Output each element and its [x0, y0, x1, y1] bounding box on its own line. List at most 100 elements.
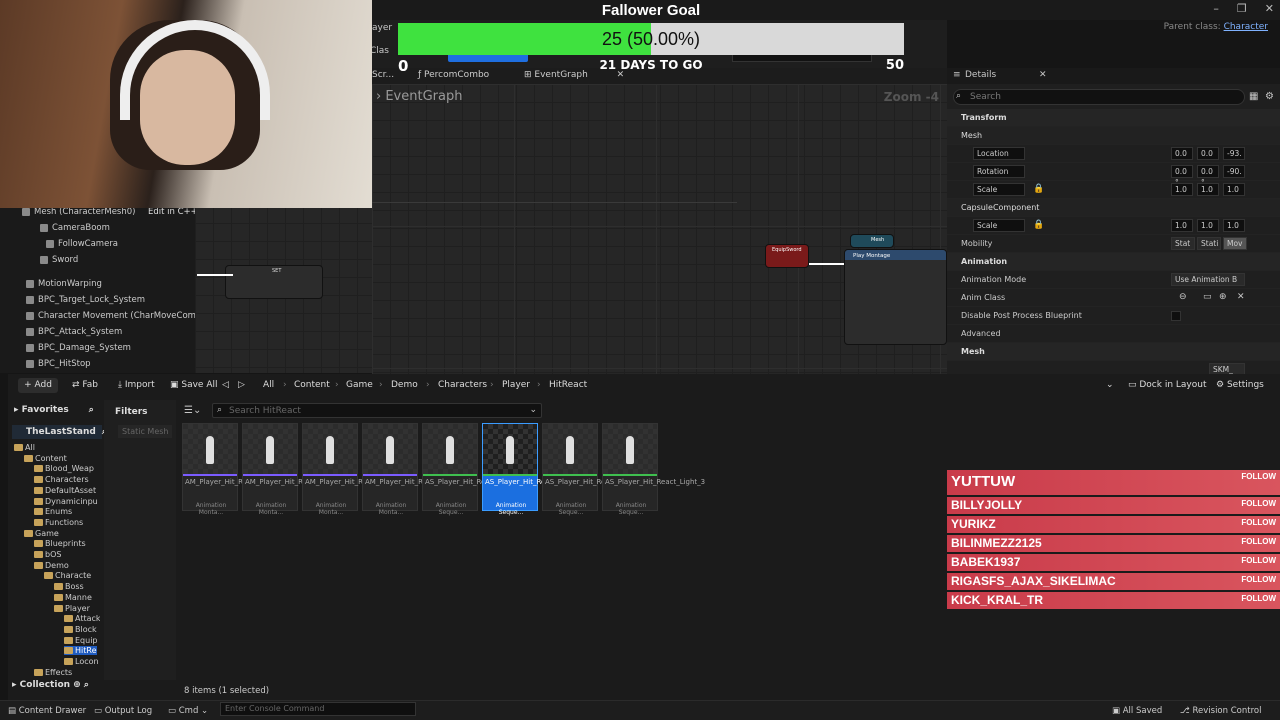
- location-z-field[interactable]: -93.: [1223, 147, 1245, 160]
- asset-tile[interactable]: AM_Player_Hit_React_Light_1 Animation Mon…: [242, 423, 347, 516]
- asset-tile[interactable]: AM_Player_Hit_React_Heavy Animation Monta…: [182, 423, 283, 516]
- asset-tile[interactable]: AS_Player_Hit_React_Light_2 Animation Seq…: [542, 423, 645, 516]
- folder-tree-item[interactable]: Game: [24, 529, 59, 538]
- lock-icon[interactable]: 🔒: [1033, 220, 1044, 230]
- tab-scripts-fragment[interactable]: Scr...: [372, 70, 394, 80]
- folder-tree-item[interactable]: DefaultAsset: [34, 486, 96, 495]
- capsule-scale-z-field[interactable]: 1.0: [1223, 219, 1245, 232]
- rotation-z-field[interactable]: -90.: [1223, 165, 1245, 178]
- section-advanced[interactable]: Advanced: [947, 325, 1280, 343]
- details-search-input[interactable]: Search: [953, 89, 1245, 105]
- folder-tree-item[interactable]: bOS: [34, 550, 61, 559]
- close-icon[interactable]: ✕: [1265, 2, 1274, 15]
- add-icon[interactable]: ⊕: [73, 680, 81, 690]
- filter-chip[interactable]: Static Mesh: [118, 425, 173, 438]
- settings-button[interactable]: ⚙ Settings: [1216, 380, 1264, 390]
- location-dropdown[interactable]: Location: [973, 147, 1025, 160]
- folder-tree-item[interactable]: Manne: [54, 593, 92, 602]
- all-saved-indicator[interactable]: ▣ All Saved: [1112, 706, 1162, 716]
- folder-tree-item[interactable]: Blood_Weap: [34, 464, 94, 473]
- asset-tile[interactable]: AS_Player_Hit_React_Light_1 Animation Seq…: [482, 423, 585, 516]
- folder-tree-item[interactable]: Equip: [64, 636, 98, 645]
- browse-icon[interactable]: ⊖: [1179, 292, 1187, 302]
- folder-tree-item[interactable]: Characte: [44, 571, 91, 580]
- asset-tile[interactable]: AM_Player_Hit_React_Light_2 Animation Mon…: [302, 423, 407, 516]
- scale-z-field[interactable]: 1.0: [1223, 183, 1245, 196]
- favorites-header[interactable]: ▸ Favorites ⌕: [14, 405, 94, 415]
- project-header[interactable]: TheLastStand⌕: [12, 425, 107, 439]
- folder-tree-item[interactable]: Demo: [34, 561, 69, 570]
- breadcrumb-item[interactable]: Game: [346, 380, 373, 390]
- folder-tree-item[interactable]: Functions: [34, 518, 83, 527]
- scale-dropdown[interactable]: Scale: [973, 183, 1025, 196]
- details-tab[interactable]: ≡ Details ✕: [947, 68, 1280, 84]
- anim-mode-dropdown[interactable]: Use Animation B: [1171, 273, 1245, 286]
- asset-search-input[interactable]: ⌕ Search HitReact ⌄: [212, 403, 542, 418]
- minimize-icon[interactable]: –: [1213, 2, 1219, 15]
- section-animation[interactable]: Animation: [947, 253, 1280, 271]
- folder-tree-item[interactable]: Effects: [34, 668, 72, 677]
- folder-tree-item[interactable]: Blueprints: [34, 539, 86, 548]
- import-button[interactable]: ⤓ Import: [118, 380, 155, 390]
- scale-y-field[interactable]: 1.0: [1197, 183, 1219, 196]
- disable-pp-checkbox[interactable]: [1171, 311, 1181, 321]
- cmd-dropdown[interactable]: ▭ Cmd ⌄: [168, 706, 208, 716]
- collections-header[interactable]: ▸ Collection ⊕ ⌕: [12, 680, 89, 690]
- breadcrumb-item[interactable]: Player: [502, 380, 530, 390]
- component-item[interactable]: Character Movement (CharMoveComp): [26, 311, 205, 321]
- folder-tree-item[interactable]: Player: [54, 604, 90, 613]
- event-graph-canvas[interactable]: › EventGraph Zoom -4 EquipSword Mesh Pla…: [372, 84, 947, 374]
- folder-tree-item[interactable]: All: [14, 443, 35, 452]
- component-item[interactable]: BPC_Damage_System: [26, 343, 131, 353]
- folder-tree-item[interactable]: Locon: [64, 657, 99, 666]
- component-item[interactable]: MotionWarping: [26, 279, 102, 289]
- dock-in-layout-button[interactable]: ▭ Dock in Layout: [1128, 380, 1207, 390]
- component-item[interactable]: Sword: [40, 255, 78, 265]
- graph-fragment-canvas[interactable]: SET: [195, 205, 372, 373]
- capsule-scale-dropdown[interactable]: Scale: [973, 219, 1025, 232]
- toolbar-class-fragment[interactable]: Clas: [370, 46, 389, 56]
- breadcrumb-item[interactable]: Demo: [391, 380, 418, 390]
- save-all-button[interactable]: ▣ Save All: [170, 380, 218, 390]
- folder-tree-item[interactable]: Enums: [34, 507, 72, 516]
- clear-icon[interactable]: ✕: [1237, 292, 1245, 302]
- chevron-down-icon[interactable]: ⌄: [1106, 380, 1114, 390]
- folder-icon[interactable]: ▭: [1203, 292, 1212, 302]
- rotation-x-field[interactable]: 0.0 °: [1171, 165, 1193, 187]
- mesh-node[interactable]: Mesh: [850, 234, 894, 248]
- folder-tree-item[interactable]: HitRe: [64, 646, 97, 656]
- section-capsule[interactable]: CapsuleComponent: [947, 199, 1280, 217]
- grid-view-icon[interactable]: ▦: [1249, 91, 1258, 102]
- mobility-stationary[interactable]: Stati: [1197, 237, 1221, 250]
- back-icon[interactable]: ◁: [222, 380, 229, 390]
- location-x-field[interactable]: 0.0: [1171, 147, 1193, 160]
- component-item[interactable]: FollowCamera: [46, 239, 118, 249]
- component-item[interactable]: BPC_Attack_System: [26, 327, 122, 337]
- capsule-scale-y-field[interactable]: 1.0: [1197, 219, 1219, 232]
- folder-tree-item[interactable]: Boss: [54, 582, 84, 591]
- scale-x-field[interactable]: 1.0: [1171, 183, 1193, 196]
- breadcrumb-item[interactable]: Content: [294, 380, 330, 390]
- lock-icon[interactable]: 🔒: [1033, 184, 1044, 194]
- asset-tile[interactable]: AS_Player_Hit_React_Heavy Animation Seque…: [422, 423, 522, 516]
- folder-tree-item[interactable]: Block: [64, 625, 97, 634]
- component-item[interactable]: BPC_Target_Lock_System: [26, 295, 145, 305]
- component-mesh[interactable]: Mesh (CharacterMesh0): [22, 207, 135, 217]
- parent-class-link[interactable]: Character: [1224, 22, 1268, 32]
- forward-icon[interactable]: ▷: [238, 380, 245, 390]
- capsule-scale-x-field[interactable]: 1.0: [1171, 219, 1193, 232]
- equip-sword-node[interactable]: EquipSword: [765, 244, 809, 268]
- folder-tree-item[interactable]: Dynamicinpu: [34, 497, 98, 506]
- section-mesh[interactable]: Mesh: [947, 343, 1280, 361]
- folder-tree-item[interactable]: Content: [24, 454, 67, 463]
- breadcrumb-item[interactable]: All: [263, 380, 274, 390]
- component-item[interactable]: BPC_HitStop: [26, 359, 91, 369]
- section-mesh-sub[interactable]: Mesh: [947, 127, 1280, 145]
- asset-tile[interactable]: AM_Player_Hit_React_Light_3 Animation Mon…: [362, 423, 467, 516]
- section-transform[interactable]: Transform: [947, 109, 1280, 127]
- search-icon[interactable]: ⌕: [89, 405, 94, 415]
- mobility-static[interactable]: Stat: [1171, 237, 1195, 250]
- rotation-dropdown[interactable]: Rotation: [973, 165, 1025, 178]
- location-y-field[interactable]: 0.0: [1197, 147, 1219, 160]
- console-input[interactable]: Enter Console Command: [220, 702, 416, 716]
